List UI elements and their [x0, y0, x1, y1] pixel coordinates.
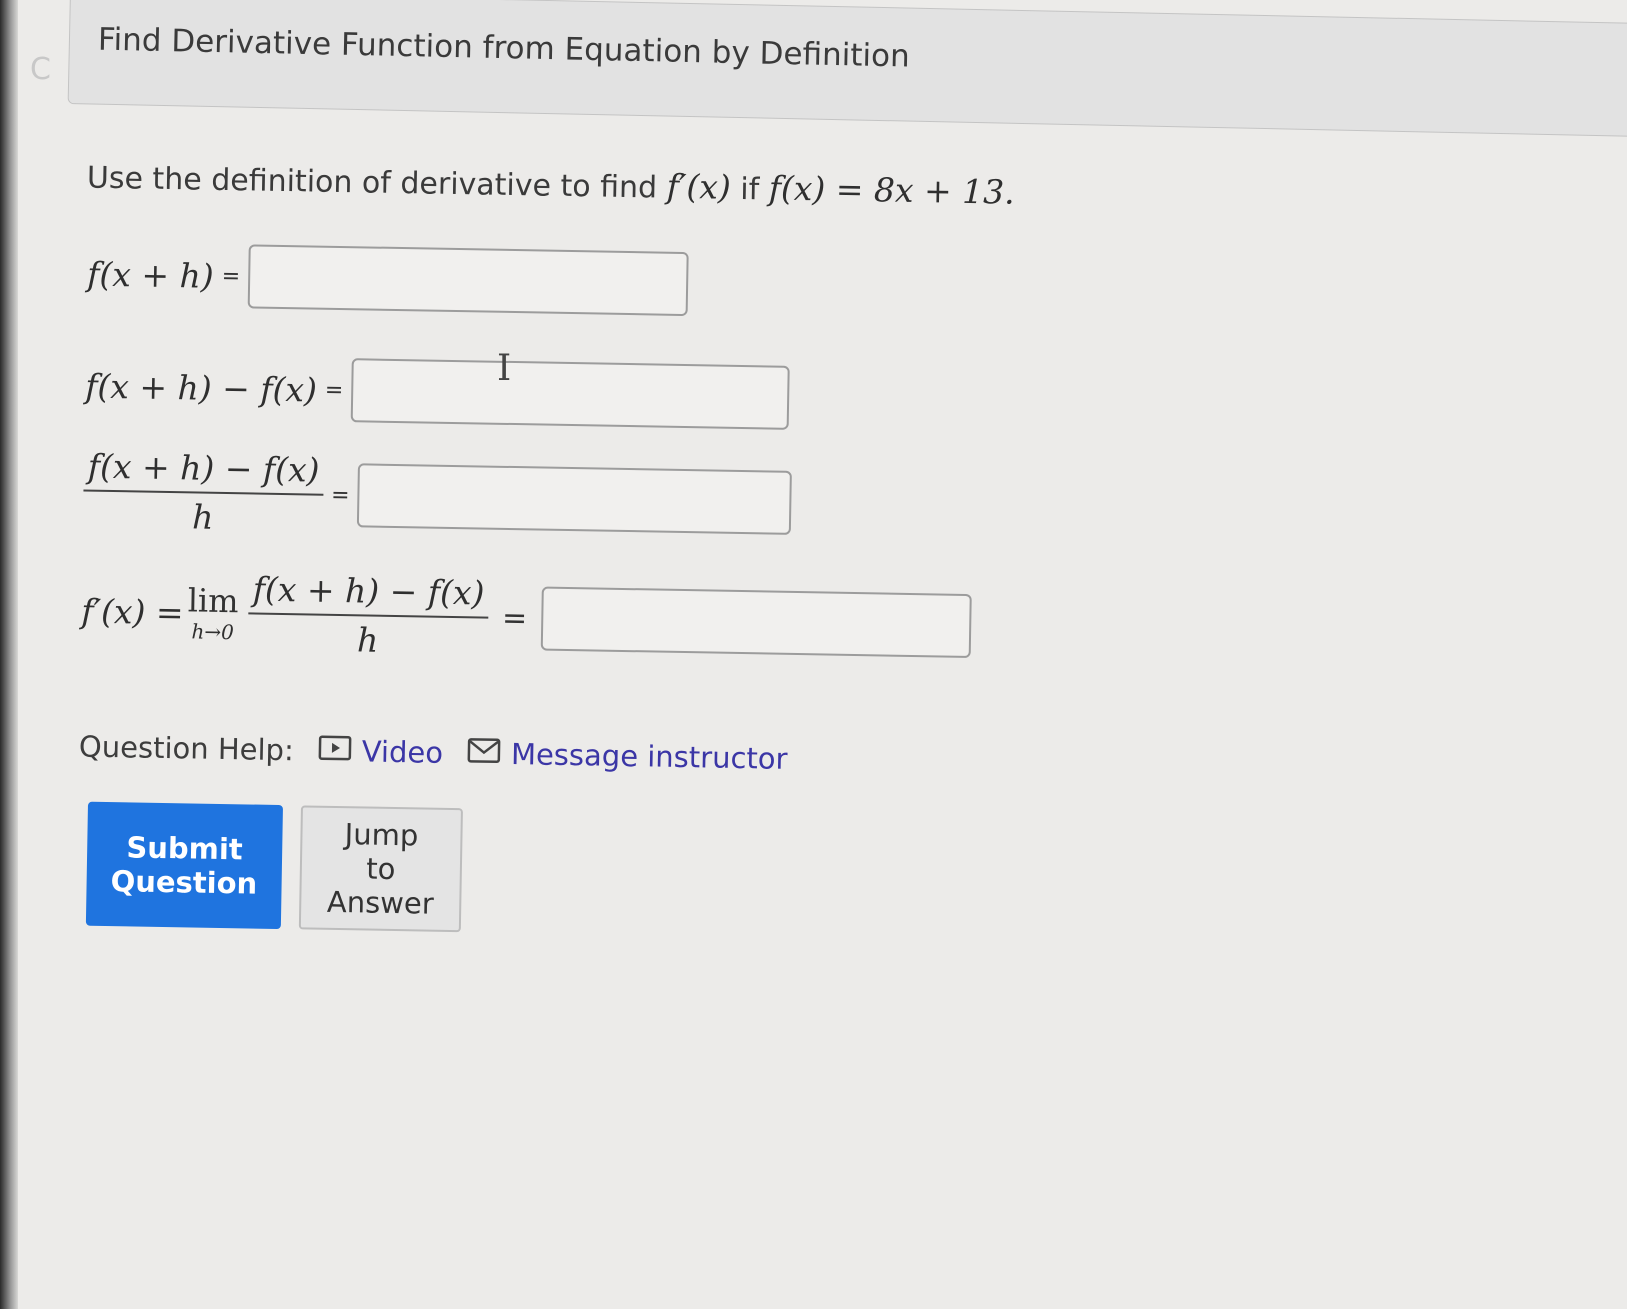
answer-input-derivative[interactable]: [540, 586, 972, 659]
text-cursor-icon: I: [497, 348, 512, 389]
prompt-if: if: [739, 171, 760, 208]
prompt-function: f(x) = 8x + 13.: [768, 168, 1015, 212]
answer-input-f-x-plus-h[interactable]: [247, 244, 689, 317]
play-icon: [317, 734, 352, 769]
fraction-denominator: h: [191, 497, 214, 537]
video-link[interactable]: Video: [317, 734, 443, 770]
limit-operator: lim h→0: [187, 581, 239, 645]
equals-sign: =: [330, 482, 350, 508]
equals-sign: =: [324, 377, 344, 403]
fraction-numerator: f(x + h) − f(x): [248, 569, 489, 619]
row-difference-quotient: f(x + h) − f(x) h =: [83, 446, 793, 547]
answer-input-difference[interactable]: [350, 358, 790, 430]
row-difference: f(x + h) − f(x) =: [85, 354, 790, 430]
page-title: Find Derivative Function from Equation b…: [97, 21, 911, 75]
question-help-label: Question Help:: [78, 729, 295, 768]
limit-word: lim: [187, 581, 239, 621]
difference-quotient-fraction: f(x + h) − f(x) h: [83, 446, 324, 539]
prompt-target: f′(x): [666, 166, 732, 207]
side-bracket-icon: C: [30, 52, 51, 87]
fraction-denominator: h: [356, 620, 379, 660]
jump-to-answer-button[interactable]: Jump to Answer: [298, 805, 464, 933]
video-link-label[interactable]: Video: [361, 734, 443, 769]
message-instructor-link[interactable]: Message instructor: [467, 736, 788, 776]
screen-bezel: [0, 0, 18, 1309]
mail-icon: [467, 736, 502, 771]
derivative-prefix: f′(x) =: [81, 591, 184, 632]
limit-subscript: h→0: [191, 619, 235, 645]
equals-sign: =: [221, 263, 241, 289]
submit-question-button[interactable]: Submit Question: [85, 801, 283, 930]
equals-sign: =: [501, 600, 528, 636]
fraction-numerator: f(x + h) − f(x): [83, 446, 324, 496]
row-label: f(x + h): [86, 254, 215, 296]
row-derivative-limit: f′(x) = lim h→0 f(x + h) − f(x) h =: [81, 567, 972, 671]
message-instructor-label[interactable]: Message instructor: [511, 737, 788, 776]
answer-input-difference-quotient[interactable]: [356, 463, 793, 535]
row-label: f(x + h) − f(x): [84, 366, 318, 410]
limit-fraction: f(x + h) − f(x) h: [248, 569, 489, 661]
row-f-x-plus-h: f(x + h) =: [86, 242, 689, 317]
action-buttons: Submit Question Jump to Answer: [85, 801, 464, 933]
